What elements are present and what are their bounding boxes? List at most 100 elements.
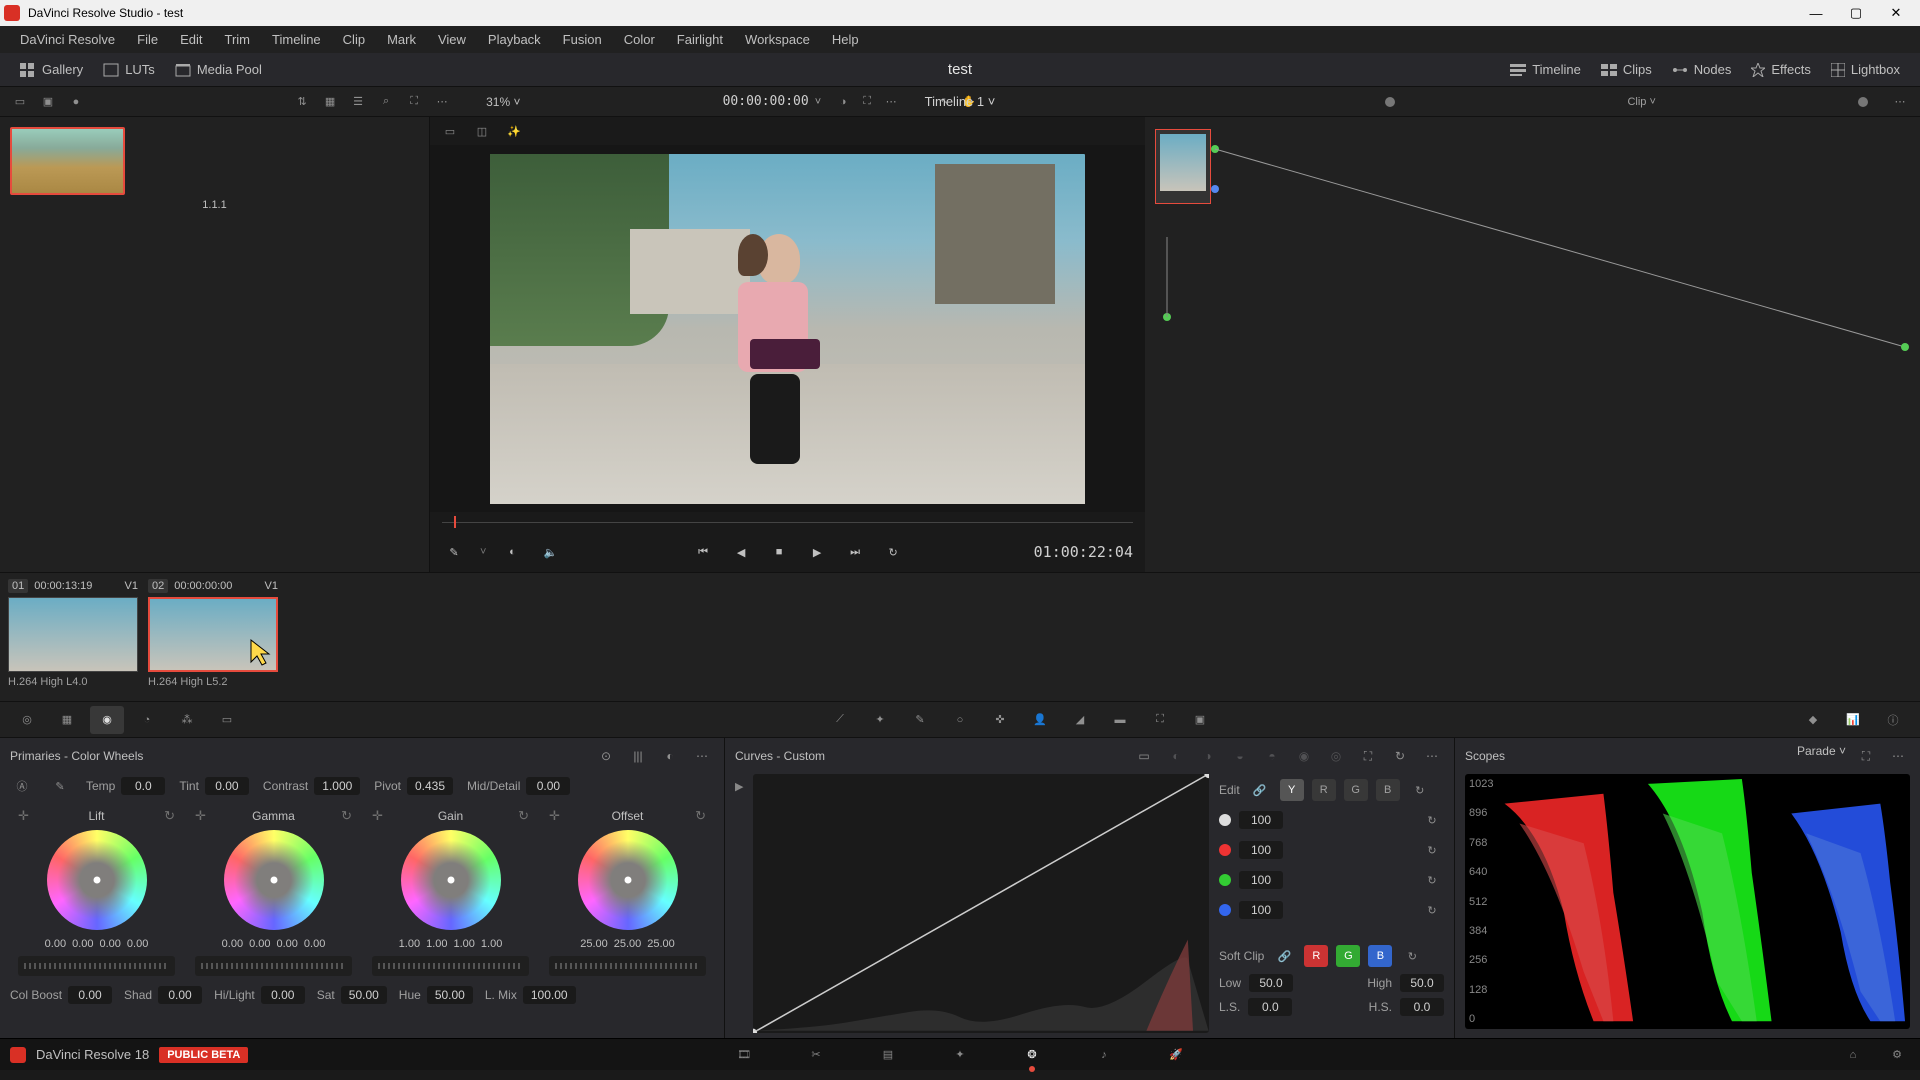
lightbox-button[interactable]: Lightbox (1821, 56, 1910, 83)
close-button[interactable]: ✕ (1876, 0, 1916, 26)
hdr-wheels-icon[interactable]: ◔ (130, 706, 164, 734)
stop-button[interactable]: ■ (767, 540, 791, 564)
gain-val-0[interactable]: 1.00 (399, 938, 420, 950)
log-mode-icon[interactable]: ◐ (658, 744, 682, 768)
curves-reset-icon[interactable]: ↻ (1388, 744, 1412, 768)
camera-raw-icon[interactable]: ◎ (10, 706, 44, 734)
menu-mark[interactable]: Mark (377, 28, 426, 51)
clip-thumbnail[interactable] (8, 597, 138, 672)
play-still-icon[interactable]: ▣ (36, 90, 60, 114)
motion-effects-icon[interactable]: ▭ (210, 706, 244, 734)
deliver-page-icon[interactable]: 🚀 (1163, 1044, 1189, 1066)
fairlight-page-icon[interactable]: ♪ (1091, 1044, 1117, 1066)
colboost-value[interactable]: 0.00 (68, 986, 112, 1004)
clip-item[interactable]: 01 00:00:13:19 V1 H.264 High L4.0 (8, 579, 138, 695)
nodes-button[interactable]: Nodes (1662, 56, 1742, 83)
maximize-button[interactable]: ▢ (1836, 0, 1876, 26)
color-wheels-icon[interactable]: ◉ (90, 706, 124, 734)
timeline-button[interactable]: Timeline (1500, 56, 1591, 83)
prev-frame-button[interactable]: ◀ (729, 540, 753, 564)
blur-icon[interactable]: ◢ (1063, 706, 1097, 734)
grid-icon[interactable]: ▦ (318, 90, 342, 114)
offset-val-0[interactable]: 25.00 (580, 938, 608, 950)
node-graph[interactable] (1145, 117, 1920, 572)
curves-more-icon[interactable]: ⋯ (1420, 744, 1444, 768)
sort-icon[interactable]: ⇅ (290, 90, 314, 114)
window-icon[interactable]: ○ (943, 706, 977, 734)
curves-custom-icon[interactable]: ▭ (1132, 744, 1156, 768)
tracker-icon[interactable]: ✜ (983, 706, 1017, 734)
softclip-reset-icon[interactable]: ↻ (1400, 944, 1424, 968)
list-icon[interactable]: ☰ (346, 90, 370, 114)
timeline-name[interactable]: Timeline 1 ˅ (925, 94, 996, 109)
gamma-val-2[interactable]: 0.00 (277, 938, 298, 950)
search-icon[interactable]: ⌕ (374, 90, 398, 114)
high-value[interactable]: 50.0 (1400, 974, 1444, 992)
node-zoom-dot2[interactable] (1858, 97, 1868, 107)
link-icon[interactable]: 🔗 (1248, 778, 1272, 802)
curves-graph[interactable] (753, 774, 1209, 1033)
lift-val-2[interactable]: 0.00 (100, 938, 121, 950)
channel-b[interactable]: B (1376, 779, 1400, 801)
last-frame-button[interactable]: ⏭ (843, 540, 867, 564)
menu-fusion[interactable]: Fusion (553, 28, 612, 51)
pick-white-icon[interactable]: ✎ (48, 774, 72, 798)
lift-reset-icon[interactable]: ↻ (164, 808, 175, 824)
color-match-icon[interactable]: ▦ (50, 706, 84, 734)
menu-workspace[interactable]: Workspace (735, 28, 820, 51)
viewer-timecode[interactable]: 01:00:22:04 (1034, 543, 1133, 561)
keyframe-icon[interactable]: ◆ (1796, 706, 1830, 734)
reset-blue-icon[interactable]: ↻ (1420, 898, 1444, 922)
color-page-icon[interactable]: ❂ (1019, 1044, 1045, 1066)
menu-fairlight[interactable]: Fairlight (667, 28, 733, 51)
menu-playback[interactable]: Playback (478, 28, 551, 51)
info-icon[interactable]: ⓘ (1876, 706, 1910, 734)
zoom-value[interactable]: 31% ˅ (486, 95, 520, 109)
split-icon[interactable]: ◫ (470, 119, 494, 143)
lmix-value[interactable]: 100.00 (523, 986, 576, 1004)
sizing-icon[interactable]: ⛶ (1143, 706, 1177, 734)
rgb-mixer-icon[interactable]: ⁂ (170, 706, 204, 734)
viewer-image[interactable] (430, 145, 1145, 512)
gain-picker-icon[interactable]: ✛ (372, 808, 383, 824)
gamma-val-1[interactable]: 0.00 (249, 938, 270, 950)
minimize-button[interactable]: — (1796, 0, 1836, 26)
offset-val-2[interactable]: 25.00 (647, 938, 675, 950)
key-icon[interactable]: ▬ (1103, 706, 1137, 734)
offset-reset-icon[interactable]: ↻ (695, 808, 706, 824)
expand-icon[interactable]: ⛶ (402, 90, 426, 114)
menu-color[interactable]: Color (614, 28, 665, 51)
qualifier-icon[interactable]: ✎ (903, 706, 937, 734)
more-icon[interactable]: ⋯ (430, 90, 454, 114)
viewer-scrubber[interactable] (430, 512, 1145, 532)
menu-edit[interactable]: Edit (170, 28, 212, 51)
magic-mask-icon[interactable]: 👤 (1023, 706, 1057, 734)
hs-value[interactable]: 0.0 (1400, 998, 1444, 1016)
intensity-white[interactable]: 100 (1239, 811, 1283, 829)
hilight-value[interactable]: 0.00 (261, 986, 305, 1004)
scopes-icon[interactable]: 📊 (1836, 706, 1870, 734)
menu-clip[interactable]: Clip (333, 28, 375, 51)
dot-icon[interactable]: ● (64, 90, 88, 114)
media-pool-button[interactable]: Media Pool (165, 56, 272, 83)
mute-icon[interactable]: 🔈 (538, 540, 562, 564)
curves-expand-icon[interactable]: ⛶ (1356, 744, 1380, 768)
intensity-red[interactable]: 100 (1239, 841, 1283, 859)
offset-val-1[interactable]: 25.00 (614, 938, 642, 950)
lift-val-1[interactable]: 0.00 (72, 938, 93, 950)
menu-timeline[interactable]: Timeline (262, 28, 331, 51)
curves-play-icon[interactable]: ▶ (735, 780, 743, 793)
luts-button[interactable]: LUTs (93, 56, 165, 83)
edit-page-icon[interactable]: ▤ (875, 1044, 901, 1066)
reset-green-icon[interactable]: ↻ (1420, 868, 1444, 892)
curves-hvh-icon[interactable]: ◐ (1164, 744, 1188, 768)
fullscreen-icon[interactable]: ⛶ (855, 90, 879, 114)
curves-hvs-icon[interactable]: ◑ (1196, 744, 1220, 768)
intensity-green[interactable]: 100 (1239, 871, 1283, 889)
viewer-more-icon[interactable]: ⋯ (879, 90, 903, 114)
primaries-more-icon[interactable]: ⋯ (690, 744, 714, 768)
gallery-still[interactable] (10, 127, 125, 195)
lift-jog[interactable] (18, 956, 175, 976)
channel-r[interactable]: R (1312, 779, 1336, 801)
bars-mode-icon[interactable]: ||| (626, 744, 650, 768)
